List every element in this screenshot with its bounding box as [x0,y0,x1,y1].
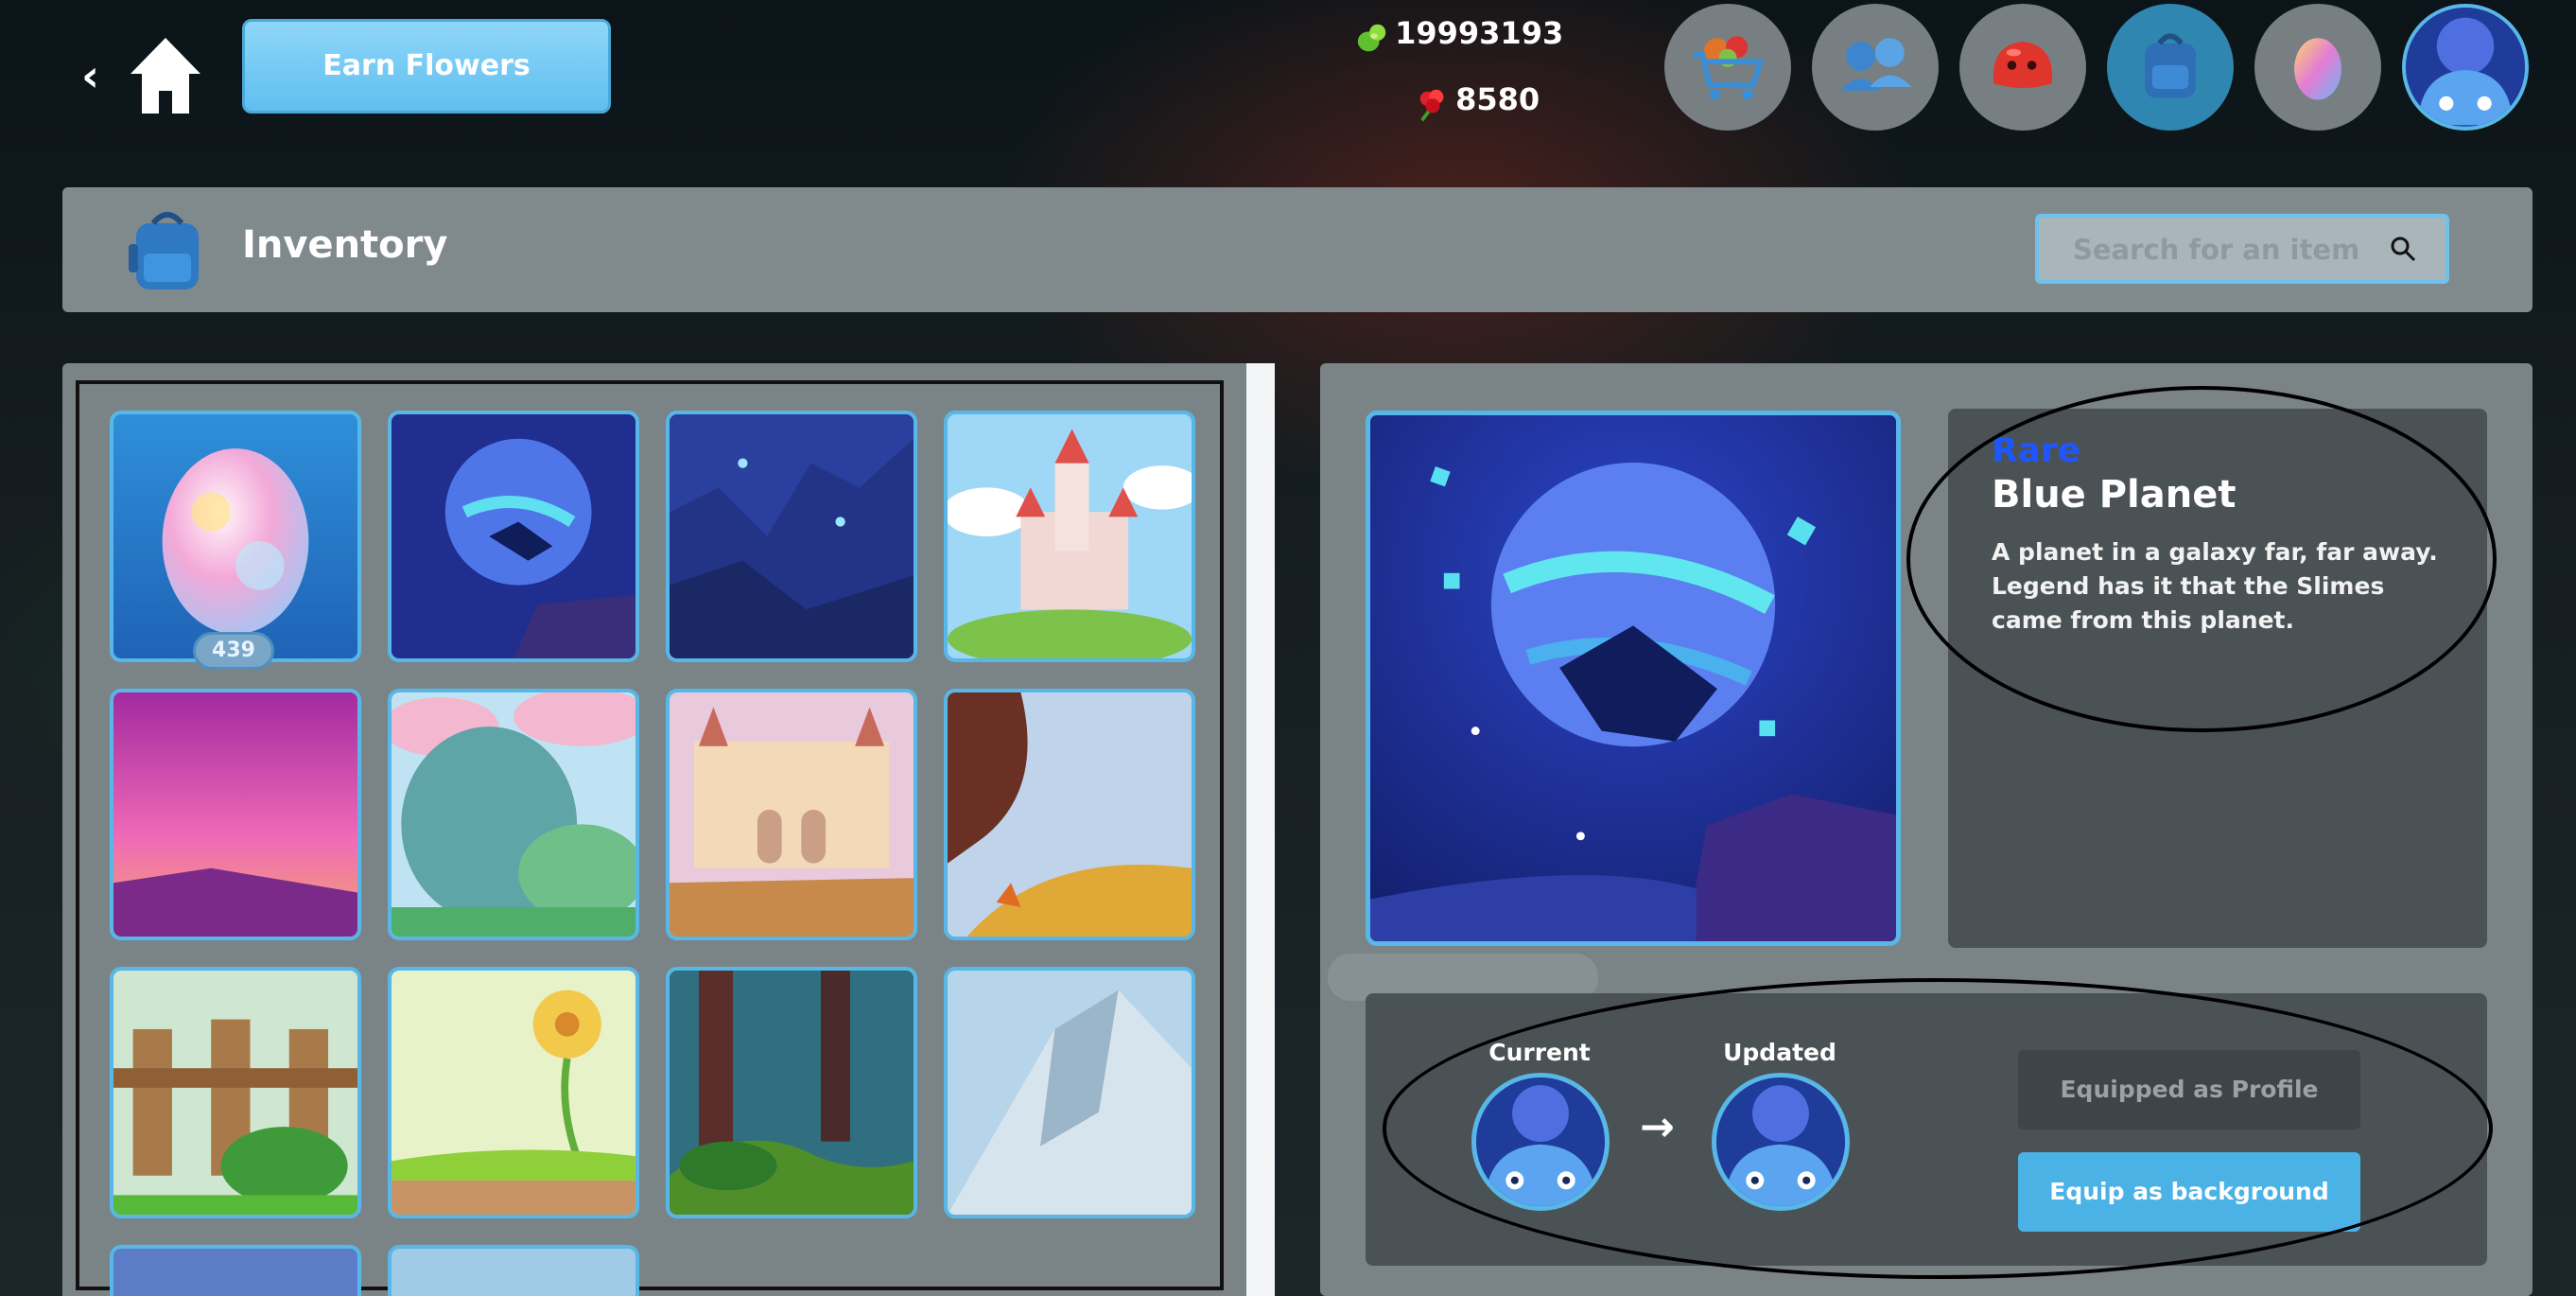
grid-item-blue-planet[interactable] [388,411,639,662]
slime-icon [1977,20,2068,114]
search-input[interactable] [2039,218,2387,282]
grid-item-egg[interactable] [110,411,361,662]
shop-cart-icon [1682,20,1773,114]
grid-item-flower-meadow[interactable] [388,967,639,1218]
search-icon[interactable] [2389,235,2417,263]
earn-flowers-button[interactable]: Earn Flowers [242,19,611,114]
friends-icon [1830,20,1921,114]
friends-button[interactable] [1812,4,1939,131]
home-icon[interactable] [129,34,202,115]
inventory-button[interactable] [2107,4,2234,131]
red-flower-icon [1415,86,1451,126]
grid-item-partial-1[interactable] [110,1245,361,1296]
annotation-ellipse-equip [1383,978,2493,1279]
grid-item-sand-castle[interactable] [666,689,917,940]
profile-button[interactable] [2402,4,2529,131]
gem-count: 19993193 [1395,15,1564,51]
grid-item-castle[interactable] [944,411,1195,662]
backpack-icon [127,206,208,293]
annotation-ellipse-info [1906,386,2497,732]
grid-item-pink-sunset[interactable] [110,689,361,940]
flower-currency: 8580 [1415,81,1540,126]
scrollbar[interactable] [1246,363,1275,1296]
green-gem-icon [1354,20,1390,60]
shop-button[interactable] [1664,4,1791,131]
eggs-button[interactable] [2254,4,2381,131]
grid-item-partial-2[interactable] [388,1245,639,1296]
grid-item-ice-mountain[interactable] [944,967,1195,1218]
profile-avatar-icon [2406,8,2525,127]
grid-item-dark-forest[interactable] [666,967,917,1218]
grid-item-autumn-cliff[interactable] [944,689,1195,940]
grid-item-blue-canyon[interactable] [666,411,917,662]
search-field[interactable] [2035,214,2449,284]
flower-count: 8580 [1455,81,1540,117]
egg-icon [2272,20,2363,114]
grid-item-pink-forest[interactable] [388,689,639,940]
item-count-badge: 439 [193,632,274,670]
item-preview-image [1366,411,1901,946]
page-title: Inventory [242,223,448,267]
slime-button[interactable] [1959,4,2086,131]
gem-currency: 19993193 [1354,15,1563,60]
back-button[interactable]: ‹ [81,54,113,98]
grid-item-garden-fence[interactable] [110,967,361,1218]
backpack-icon [2125,20,2216,114]
